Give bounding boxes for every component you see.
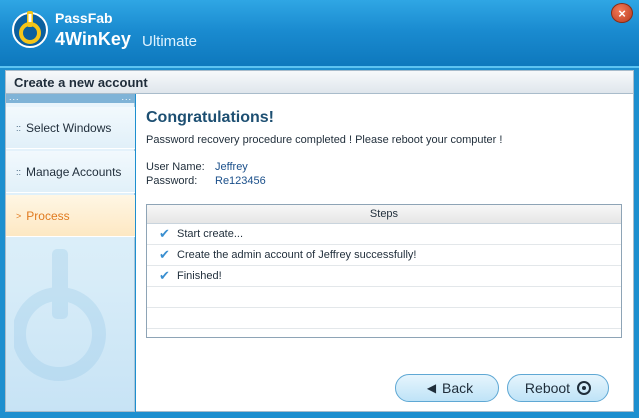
title-bar: PassFab 4WinKey Ultimate × — [0, 0, 639, 68]
sidebar-grip: ... ... — [6, 92, 135, 103]
product-edition: Ultimate — [142, 33, 198, 50]
chevron-right-icon: > — [16, 210, 22, 221]
check-icon: ✔ — [159, 226, 170, 241]
section-title: Create a new account — [5, 70, 634, 94]
back-button-label: Back — [442, 380, 474, 396]
bullet-icon: :: — [16, 122, 22, 133]
step-text: Start create... — [177, 228, 244, 240]
step-text: Create the admin account of Jeffrey succ… — [177, 249, 417, 261]
step-text: Finished! — [177, 270, 222, 282]
sidebar-item-select-windows[interactable]: :: Select Windows — [6, 107, 135, 149]
back-button[interactable]: ◀ Back — [395, 374, 499, 402]
steps-header: Steps — [147, 205, 621, 224]
arrow-left-icon: ◀ — [426, 381, 437, 395]
password-value: Re123456 — [215, 175, 266, 187]
reboot-button-label: Reboot — [524, 380, 571, 396]
passfab-key-logo-icon — [12, 11, 48, 48]
bullet-icon: :: — [16, 166, 22, 177]
sidebar-grip-dots-right: ... — [121, 92, 132, 102]
steps-table: Steps ✔ Start create... ✔ Create the adm… — [146, 204, 622, 338]
sidebar-item-process[interactable]: > Process — [6, 195, 135, 237]
table-row: ✔ Finished! — [147, 266, 621, 287]
check-icon: ✔ — [159, 268, 170, 283]
username-value: Jeffrey — [215, 161, 248, 173]
table-row — [147, 308, 621, 329]
success-heading: Congratulations! — [146, 109, 274, 126]
watermark-key-icon — [14, 249, 106, 381]
table-row — [147, 287, 621, 308]
power-icon — [577, 381, 592, 395]
reboot-button[interactable]: Reboot — [507, 374, 609, 402]
close-button[interactable]: × — [611, 3, 633, 23]
check-icon: ✔ — [159, 247, 170, 262]
sidebar-item-label: Process — [26, 208, 70, 223]
product-name: 4WinKey — [55, 29, 131, 49]
sidebar-item-label: Select Windows — [26, 120, 112, 135]
main-panel: Congratulations! Password recovery proce… — [136, 94, 634, 412]
brand-name-small: PassFab — [55, 10, 113, 26]
close-icon: × — [618, 5, 626, 21]
table-row: ✔ Create the admin account of Jeffrey su… — [147, 245, 621, 266]
sidebar-grip-dots-left: ... — [9, 92, 20, 102]
sidebar-item-manage-accounts[interactable]: :: Manage Accounts — [6, 151, 135, 193]
username-label: User Name: — [146, 161, 205, 173]
sidebar-item-label: Manage Accounts — [26, 164, 122, 179]
sidebar: ... ... :: Select Windows :: Manage Acco… — [5, 92, 135, 412]
success-message: Password recovery procedure completed ! … — [146, 134, 503, 146]
table-row: ✔ Start create... — [147, 224, 621, 245]
password-label: Password: — [146, 175, 198, 187]
